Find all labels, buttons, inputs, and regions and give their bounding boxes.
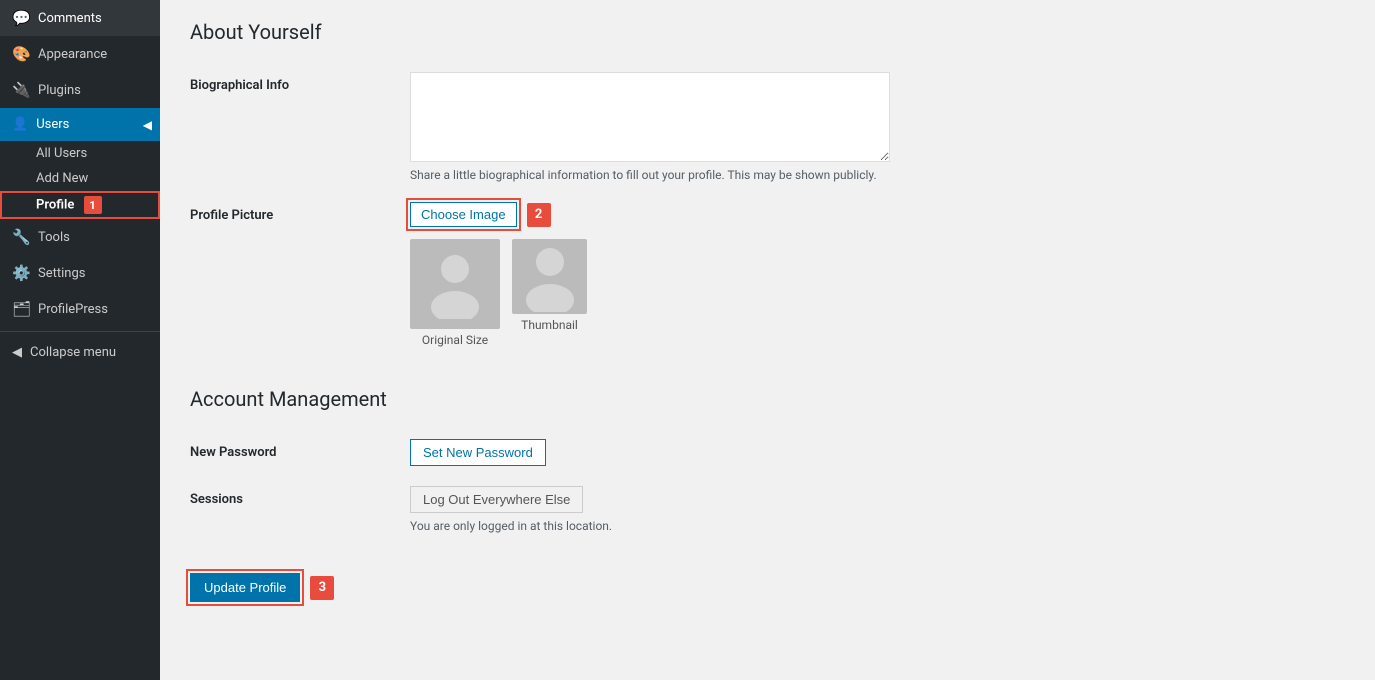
profile-picture-cell: Choose Image 2	[410, 192, 1345, 357]
sidebar-divider	[0, 331, 160, 332]
profile-picture-label: Profile Picture	[190, 192, 410, 357]
avatar-original-image	[410, 239, 500, 329]
sidebar-sub-profile[interactable]: Profile 1	[0, 191, 160, 219]
sessions-row: Sessions Log Out Everywhere Else You are…	[190, 476, 1345, 543]
profile-picture-row: Profile Picture Choose Image 2	[190, 192, 1345, 357]
profilepress-icon: 🗂	[12, 300, 30, 318]
avatar-original-svg	[425, 249, 485, 319]
new-password-cell: Set New Password	[410, 429, 1345, 476]
account-management-title: Account Management	[190, 387, 1345, 411]
sidebar-item-profilepress[interactable]: 🗂 ProfilePress	[0, 291, 160, 327]
bio-label: Biographical Info	[190, 62, 410, 192]
set-new-password-button[interactable]: Set New Password	[410, 439, 546, 466]
session-note: You are only logged in at this location.	[410, 519, 1345, 533]
bio-row: Biographical Info Share a little biograp…	[190, 62, 1345, 192]
avatar-thumbnail: Thumbnail	[512, 239, 587, 347]
new-password-row: New Password Set New Password	[190, 429, 1345, 476]
update-profile-area: Update Profile 3	[190, 573, 1345, 602]
logout-everywhere-button[interactable]: Log Out Everywhere Else	[410, 486, 583, 513]
account-form-table: New Password Set New Password Sessions L…	[190, 429, 1345, 543]
sidebar-sub-all-users[interactable]: All Users	[0, 141, 160, 166]
choose-image-button[interactable]: Choose Image	[410, 202, 517, 227]
plugins-icon: 🔌	[12, 81, 30, 99]
sidebar-sub-add-new[interactable]: Add New	[0, 166, 160, 191]
sidebar-item-appearance[interactable]: 🎨 Appearance	[0, 36, 160, 72]
profile-form-table: Biographical Info Share a little biograp…	[190, 62, 1345, 357]
users-icon: 👤	[12, 117, 28, 132]
bio-textarea[interactable]	[410, 72, 890, 162]
avatar-thumbnail-image	[512, 239, 587, 314]
bio-description: Share a little biographical information …	[410, 168, 890, 182]
sidebar-item-settings[interactable]: ⚙️ Settings	[0, 255, 160, 291]
avatar-thumbnail-label: Thumbnail	[521, 318, 578, 332]
sidebar: 💬 Comments 🎨 Appearance 🔌 Plugins 👤 User…	[0, 0, 160, 680]
main-content: About Yourself Biographical Info Share a…	[160, 0, 1375, 680]
about-yourself-title: About Yourself	[190, 20, 1345, 44]
sessions-cell: Log Out Everywhere Else You are only log…	[410, 476, 1345, 543]
sidebar-item-users[interactable]: 👤 Users ◀	[0, 108, 160, 141]
collapse-menu-button[interactable]: ◀ Collapse menu	[0, 336, 160, 369]
sidebar-item-tools[interactable]: 🔧 Tools	[0, 219, 160, 255]
avatar-thumbnail-svg	[520, 242, 580, 312]
choose-image-row: Choose Image 2	[410, 202, 1345, 227]
settings-icon: ⚙️	[12, 264, 30, 282]
update-profile-button[interactable]: Update Profile	[190, 573, 300, 602]
bio-cell: Share a little biographical information …	[410, 62, 1345, 192]
account-management-section: Account Management New Password Set New …	[190, 387, 1345, 543]
new-password-label: New Password	[190, 429, 410, 476]
profile-picture-area: Choose Image 2	[410, 202, 1345, 347]
sidebar-item-comments[interactable]: 💬 Comments	[0, 0, 160, 36]
avatar-original-label: Original Size	[422, 333, 488, 347]
tools-icon: 🔧	[12, 228, 30, 246]
collapse-icon: ◀	[12, 345, 22, 360]
avatar-row: Original Size Thumbnail	[410, 239, 1345, 347]
appearance-icon: 🎨	[12, 45, 30, 63]
sessions-label: Sessions	[190, 476, 410, 543]
users-collapse-arrow[interactable]: ◀	[143, 118, 152, 132]
comments-icon: 💬	[12, 9, 30, 27]
avatar-original: Original Size	[410, 239, 500, 347]
step-badge-3: 3	[310, 576, 334, 600]
step-badge-1: 1	[84, 196, 102, 214]
sidebar-item-plugins[interactable]: 🔌 Plugins	[0, 72, 160, 108]
step-badge-2: 2	[527, 203, 551, 227]
